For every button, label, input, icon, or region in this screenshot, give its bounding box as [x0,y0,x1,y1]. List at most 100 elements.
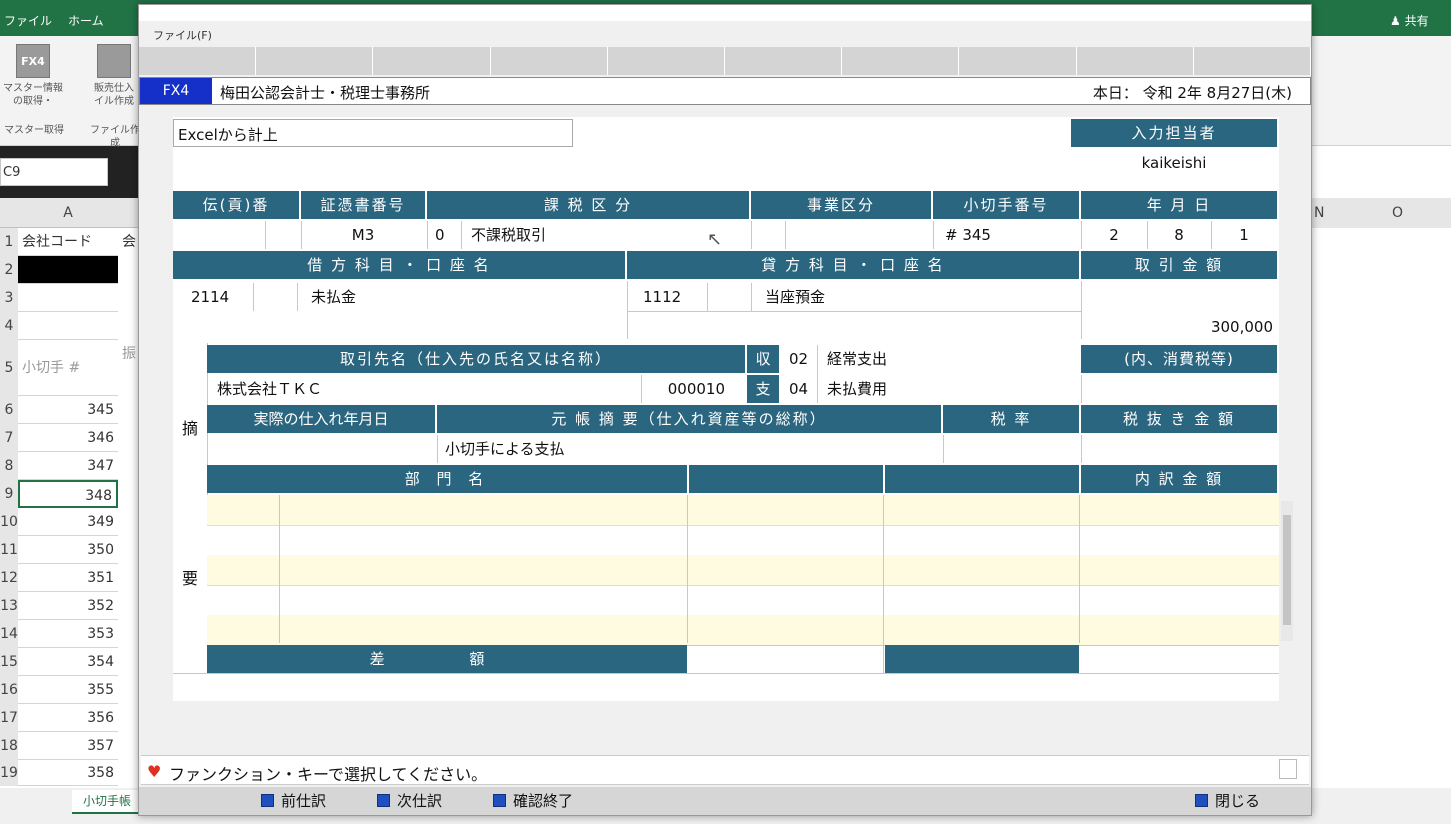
confirm-done-button[interactable]: 確認終了 [491,790,573,812]
cell-a[interactable] [18,256,118,284]
column-b-header[interactable] [118,198,140,228]
cell-a[interactable]: 353 [18,620,118,648]
ribbon-tab-file[interactable]: ファイル [4,12,52,29]
row-header[interactable]: 16 [0,676,18,704]
memo-field[interactable]: Excelから計上 [173,119,573,147]
row-header[interactable]: 13 [0,592,18,620]
row-header[interactable]: 14 [0,620,18,648]
tekiyo-value[interactable]: 小切手による支払 [445,435,925,463]
fn-slot[interactable] [139,47,257,75]
dept-row[interactable] [207,525,1279,555]
next-entry-button[interactable]: 次仕訳 [375,790,442,812]
sagaku-blank [885,645,1079,673]
row-header[interactable]: 4 [0,312,18,340]
cell-a[interactable]: 349 [18,508,118,536]
row-header[interactable]: 7 [0,424,18,452]
day-value[interactable]: 1 [1211,221,1277,249]
row-header[interactable]: 17 [0,704,18,732]
header-jigyo: 事業区分 [751,191,931,219]
checkbook-number-header[interactable]: 小切手 # [22,340,118,396]
fn-slot[interactable] [608,47,726,75]
row-header[interactable]: 18 [0,732,18,760]
cell-a[interactable]: 347 [18,452,118,480]
dept-scrollbar[interactable] [1281,501,1293,641]
row-header[interactable]: 2 [0,256,18,284]
cell-a[interactable]: 355 [18,676,118,704]
row-header[interactable]: 5 [0,340,18,396]
sheet-tab-checkbook[interactable]: 小切手帳 [72,790,142,814]
cell-a[interactable]: 351 [18,564,118,592]
cell-a[interactable]: 346 [18,424,118,452]
dept-row[interactable] [207,585,1279,615]
row-header[interactable]: 8 [0,452,18,480]
group-file: ファイル作成 [90,125,140,149]
company-code-header[interactable]: 会社コード [22,228,118,256]
header-blank-1 [689,465,883,493]
cell-a[interactable]: 348 [18,480,118,508]
kogitte-value[interactable]: # 345 [945,221,1075,249]
create-file-button[interactable]: 販売仕入 イル作成 [86,44,142,108]
fn-slot[interactable] [256,47,374,75]
dialog-header: FX4 梅田公認会計士・税理士事務所 本日： 令和 2年 8月27日(木) [139,77,1311,105]
amount-value[interactable]: 300,000 [1081,313,1273,341]
fn-slot[interactable] [959,47,1077,75]
debit-code[interactable]: 2114 [191,283,251,311]
row-header[interactable]: 19 [0,760,18,786]
cell-a[interactable] [18,284,118,312]
row-header[interactable]: 6 [0,396,18,424]
user-icon: ♟ [1390,14,1401,28]
row-header[interactable]: 15 [0,648,18,676]
cell-a[interactable]: 345 [18,396,118,424]
staff-header: 入力担当者 [1071,119,1277,147]
column-n-header[interactable]: N [1314,205,1324,221]
prev-entry-button[interactable]: 前仕訳 [259,790,326,812]
year-value[interactable]: 2 [1081,221,1147,249]
fn-slot[interactable] [491,47,608,75]
shohyo-value[interactable]: M3 [301,221,425,249]
row-header[interactable]: 12 [0,564,18,592]
shu-code[interactable]: 02 [789,345,817,373]
menu-file[interactable]: ファイル(F) [153,27,212,43]
dept-row[interactable] [207,495,1279,525]
row-header[interactable]: 9 [0,480,18,508]
header-uchiwake: 内 訳 金 額 [1081,465,1277,493]
ribbon-tab-home[interactable]: ホーム [68,12,104,29]
row-header[interactable]: 11 [0,536,18,564]
cell-a[interactable]: 356 [18,704,118,732]
close-button[interactable]: 閉じる [1193,790,1260,812]
share-button[interactable]: ♟ 共有 [1390,12,1429,29]
column-o-header[interactable]: O [1392,205,1403,221]
cell-a[interactable] [18,312,118,340]
row-header[interactable]: 3 [0,284,18,312]
column-a-header[interactable]: A [18,198,118,228]
name-box[interactable]: C9 [0,158,108,186]
cell-a[interactable]: 358 [18,760,118,786]
cell-a[interactable]: 354 [18,648,118,676]
fn-slot[interactable] [725,47,843,75]
cell-a[interactable]: 352 [18,592,118,620]
kazei-code[interactable]: 0 [435,221,455,249]
scroll-thumb[interactable] [1283,515,1291,625]
shi-code[interactable]: 04 [789,375,817,403]
partner-code[interactable]: 000010 [643,375,725,403]
cell-a[interactable]: 357 [18,732,118,760]
month-value[interactable]: 8 [1147,221,1211,249]
row-header[interactable]: 10 [0,508,18,536]
header-kogitte: 小切手番号 [933,191,1079,219]
dialog-titlebar[interactable] [139,5,1311,21]
group-master: マスター取得 [4,125,64,136]
cell-a[interactable]: 350 [18,536,118,564]
dept-row[interactable] [207,555,1279,585]
fn-slot[interactable] [842,47,960,75]
fn-slot[interactable] [1077,47,1194,75]
partner-name[interactable]: 株式会社ＴＫＣ [217,375,637,403]
master-info-button[interactable]: FX4 マスター情報 の取得・ [0,44,66,108]
select-all-corner[interactable] [0,198,18,228]
excel-grid-right: N O [1312,146,1451,788]
fn-slot[interactable] [373,47,491,75]
fn-slot[interactable] [1194,47,1312,75]
file-icon [97,44,131,78]
row-header[interactable]: 1 [0,228,18,256]
credit-code[interactable]: 1112 [643,283,703,311]
dept-row[interactable] [207,615,1279,645]
